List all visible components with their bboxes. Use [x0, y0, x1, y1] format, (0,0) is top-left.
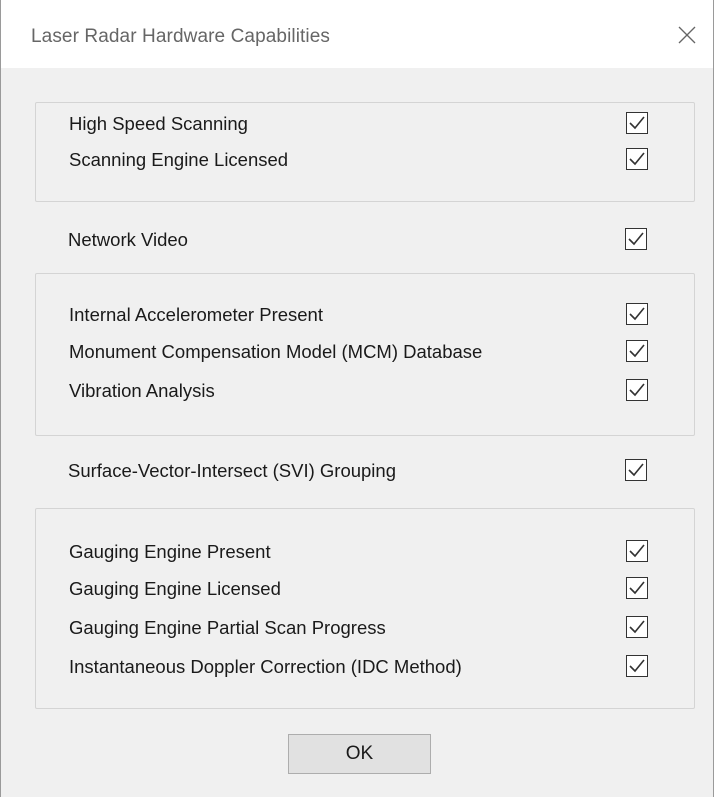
checkmark-icon — [629, 383, 645, 397]
close-icon — [678, 26, 696, 44]
checkmark-icon — [628, 463, 644, 477]
capability-label: Vibration Analysis — [69, 380, 215, 401]
capability-row: Internal Accelerometer Present — [36, 302, 694, 330]
ok-button[interactable]: OK — [288, 734, 431, 774]
capability-row: Scanning Engine Licensed — [36, 147, 694, 175]
close-button[interactable] — [661, 0, 713, 68]
gauging-engine-present-checkbox[interactable] — [626, 540, 648, 562]
capability-row: Gauging Engine Present — [36, 539, 694, 567]
mcm-database-checkbox[interactable] — [626, 340, 648, 362]
capability-label: High Speed Scanning — [69, 113, 248, 134]
checkmark-icon — [629, 344, 645, 358]
svi-grouping-row: Surface-Vector-Intersect (SVI) Grouping — [35, 458, 695, 486]
capability-row: Monument Compensation Model (MCM) Databa… — [36, 339, 694, 367]
high-speed-scanning-checkbox[interactable] — [626, 112, 648, 134]
checkmark-icon — [629, 581, 645, 595]
capability-label: Network Video — [68, 229, 188, 250]
network-video-checkbox[interactable] — [625, 228, 647, 250]
capabilities-dialog: Laser Radar Hardware Capabilities High S… — [0, 0, 714, 797]
checkmark-icon — [629, 152, 645, 166]
capability-row: Gauging Engine Partial Scan Progress — [36, 615, 694, 643]
checkmark-icon — [629, 116, 645, 130]
capability-label: Gauging Engine Present — [69, 541, 271, 562]
capability-label: Gauging Engine Licensed — [69, 578, 281, 599]
scanning-group: High Speed Scanning Scanning Engine Lice… — [35, 102, 695, 202]
capability-label: Instantaneous Doppler Correction (IDC Me… — [69, 656, 462, 677]
checkmark-icon — [629, 659, 645, 673]
svi-grouping-checkbox[interactable] — [625, 459, 647, 481]
accelerometer-group: Internal Accelerometer Present Monument … — [35, 273, 695, 436]
gauging-engine-group: Gauging Engine Present Gauging Engine Li… — [35, 508, 695, 709]
capability-label: Monument Compensation Model (MCM) Databa… — [69, 341, 483, 362]
checkmark-icon — [628, 232, 644, 246]
scanning-engine-licensed-checkbox[interactable] — [626, 148, 648, 170]
idc-method-checkbox[interactable] — [626, 655, 648, 677]
checkmark-icon — [629, 307, 645, 321]
partial-scan-progress-checkbox[interactable] — [626, 616, 648, 638]
capability-row: Vibration Analysis — [36, 378, 694, 406]
capability-row: Gauging Engine Licensed — [36, 576, 694, 604]
capability-row: High Speed Scanning — [36, 111, 694, 139]
dialog-title: Laser Radar Hardware Capabilities — [31, 26, 330, 47]
capability-label: Internal Accelerometer Present — [69, 304, 323, 325]
checkmark-icon — [629, 544, 645, 558]
internal-accelerometer-checkbox[interactable] — [626, 303, 648, 325]
title-bar: Laser Radar Hardware Capabilities — [1, 0, 713, 68]
network-video-row: Network Video — [35, 227, 695, 255]
vibration-analysis-checkbox[interactable] — [626, 379, 648, 401]
capability-label: Gauging Engine Partial Scan Progress — [69, 617, 386, 638]
capability-row: Instantaneous Doppler Correction (IDC Me… — [36, 654, 694, 682]
checkmark-icon — [629, 620, 645, 634]
capability-label: Scanning Engine Licensed — [69, 149, 289, 170]
capability-label: Surface-Vector-Intersect (SVI) Grouping — [68, 460, 396, 481]
gauging-engine-licensed-checkbox[interactable] — [626, 577, 648, 599]
